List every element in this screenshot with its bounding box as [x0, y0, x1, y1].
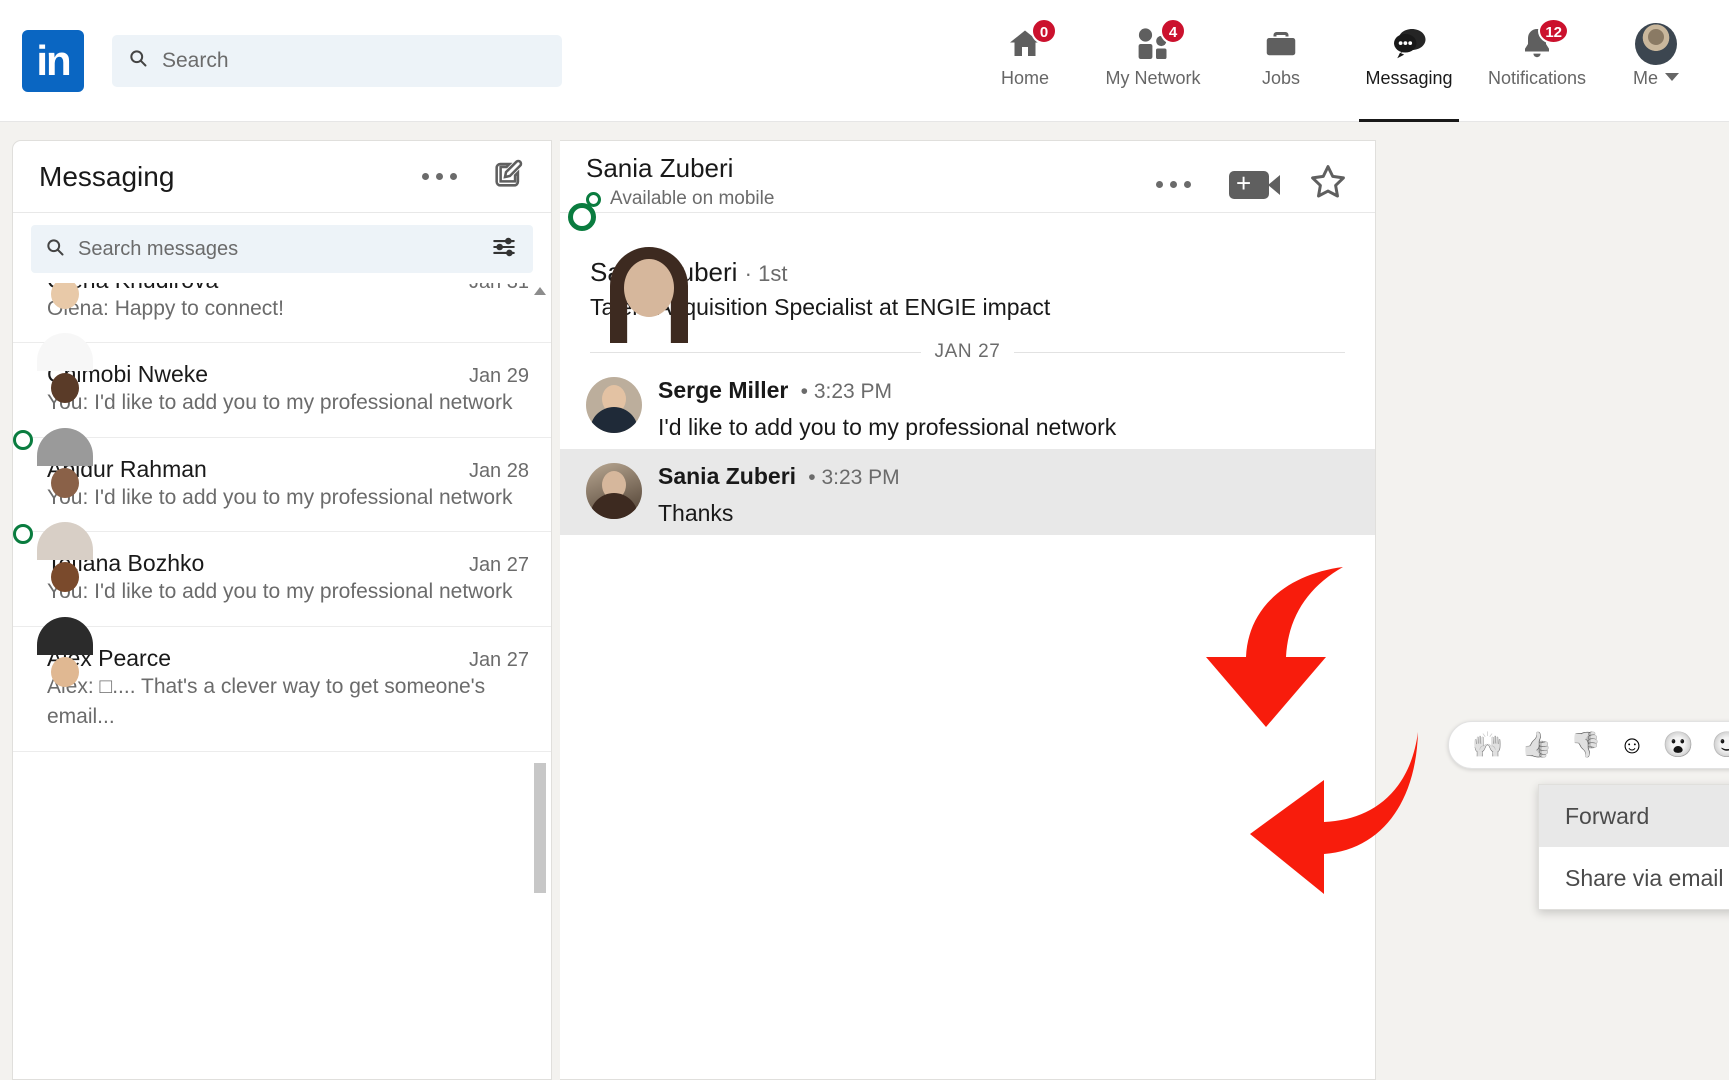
nav-label-my-network: My Network — [1105, 68, 1200, 89]
search-messages-input[interactable]: Search messages — [31, 225, 533, 273]
smile-reaction[interactable]: ☺ — [1619, 733, 1645, 758]
conversation-snippet: You: I'd like to add you to my professio… — [47, 486, 513, 509]
page-title: Messaging — [39, 161, 174, 193]
conversation-snippet: Alex: □.... That's a clever way to get s… — [47, 675, 485, 728]
message-row[interactable]: Serge Miller • 3:23 PM I'd like to add y… — [560, 363, 1375, 449]
message-search-row: Search messages — [13, 213, 551, 283]
nav-label-home: Home — [1001, 68, 1049, 89]
home-badge: 0 — [1031, 18, 1057, 44]
conversation-date: Jan 29 — [459, 365, 529, 388]
list-item[interactable]: Tetiana Bozhko Jan 27 You: I'd like to a… — [13, 532, 551, 626]
nav-item-home[interactable]: 0 Home — [961, 0, 1089, 122]
conversation-date: Jan 27 — [459, 649, 529, 672]
nav-label-messaging: Messaging — [1365, 68, 1452, 89]
message-header: Serge Miller • 3:23 PM — [658, 377, 1345, 404]
list-item[interactable]: Olena Khudirova Jan 31 Olena: Happy to c… — [13, 283, 551, 343]
message-context-menu[interactable]: Forward Share via email — [1538, 784, 1729, 910]
add-reaction[interactable]: 🙂 — [1712, 733, 1729, 758]
ellipsis-icon[interactable] — [422, 173, 457, 180]
list-item[interactable]: Abidur Rahman Jan 28 You: I'd like to ad… — [13, 438, 551, 532]
message-sender: Sania Zuberi — [658, 463, 796, 489]
app-body: Messaging Search messages — [0, 122, 1729, 1073]
conversation-snippet: You: I'd like to add you to my professio… — [47, 391, 513, 414]
messaging-panel-header: Messaging — [13, 141, 551, 213]
online-indicator — [13, 524, 33, 544]
conversation-thread: Sania Zuberi Available on mobile — [560, 140, 1376, 1080]
list-item[interactable]: Alex Pearce Jan 27 Alex: □.... That's a … — [13, 627, 551, 752]
avatar — [1635, 22, 1677, 66]
conversation-date: Jan 27 — [459, 554, 529, 577]
date-divider-label: JAN 27 — [935, 341, 1001, 363]
conversation-snippet: You: I'd like to add you to my professio… — [47, 580, 513, 603]
reaction-toolbar[interactable]: 🙌 👍 👎 ☺ 😮 🙂 — [1448, 721, 1729, 769]
thread-status-text: Available on mobile — [610, 188, 774, 210]
avatar — [586, 463, 642, 519]
search-icon — [45, 237, 65, 262]
search-input[interactable]: Search — [112, 35, 562, 87]
search-messages-placeholder: Search messages — [78, 238, 238, 261]
message-time: • 3:23 PM — [795, 380, 892, 403]
nav-items: 0 Home 4 My Network Jobs — [961, 0, 1729, 122]
message-sender: Serge Miller — [658, 377, 788, 403]
message-row[interactable]: Sania Zuberi • 3:23 PM Thanks — [560, 449, 1375, 535]
nav-item-me[interactable]: Me — [1601, 0, 1711, 122]
menu-item-forward[interactable]: Forward — [1539, 785, 1729, 847]
linkedin-logo[interactable]: in — [22, 30, 84, 92]
message-text: I'd like to add you to my professional n… — [658, 414, 1345, 441]
thread-contact-name[interactable]: Sania Zuberi — [586, 153, 774, 184]
list-item[interactable]: Chimobi Nweke Jan 29 You: I'd like to ad… — [13, 343, 551, 437]
surprised-reaction[interactable]: 😮 — [1663, 733, 1694, 758]
compose-pencil-icon[interactable] — [491, 157, 525, 196]
briefcase-icon — [1261, 22, 1301, 66]
nav-item-notifications[interactable]: 12 Notifications — [1473, 0, 1601, 122]
message-text: Thanks — [658, 500, 1345, 527]
star-outline-icon[interactable] — [1307, 161, 1349, 208]
nav-item-messaging[interactable]: Messaging — [1345, 0, 1473, 122]
home-icon: 0 — [1005, 22, 1045, 66]
conversation-snippet: Olena: Happy to connect! — [47, 297, 284, 320]
message-bubble-icon — [1388, 22, 1430, 66]
notifications-badge: 12 — [1538, 18, 1569, 44]
raised-hands-reaction[interactable]: 🙌 — [1472, 733, 1503, 758]
message-header: Sania Zuberi • 3:23 PM — [658, 463, 1345, 490]
status-badge: Available on mobile — [586, 188, 774, 210]
ellipsis-icon[interactable] — [1156, 181, 1191, 188]
profile-degree: · 1st — [745, 261, 788, 286]
message-time: • 3:23 PM — [802, 466, 899, 489]
bell-icon: 12 — [1517, 22, 1557, 66]
avatar — [586, 377, 642, 433]
nav-item-jobs[interactable]: Jobs — [1217, 0, 1345, 122]
conversation-list[interactable]: Olena Khudirova Jan 31 Olena: Happy to c… — [13, 283, 551, 973]
date-divider: JAN 27 — [590, 341, 1345, 363]
thumbs-down-reaction[interactable]: 👎 — [1570, 733, 1601, 758]
conversation-list-scrollbar[interactable] — [533, 283, 547, 973]
global-nav: in Search 0 Home 4 My Network — [0, 0, 1729, 122]
nav-label-jobs: Jobs — [1262, 68, 1300, 89]
conversation-date: Jan 31 — [459, 283, 529, 294]
people-icon: 4 — [1132, 22, 1174, 66]
video-add-icon[interactable] — [1229, 171, 1269, 199]
thread-header: Sania Zuberi Available on mobile — [560, 141, 1375, 213]
scrollbar-thumb[interactable] — [534, 763, 546, 893]
filter-sliders-icon[interactable] — [489, 234, 519, 265]
menu-item-share-via-email[interactable]: Share via email — [1539, 847, 1729, 909]
my-network-badge: 4 — [1160, 18, 1186, 44]
profile-headline: Talent Acquisition Specialist at ENGIE i… — [590, 294, 1345, 321]
profile-name[interactable]: Sania Zuberi · 1st — [590, 257, 1345, 288]
thread-profile-block: Sania Zuberi · 1st Talent Acquisition Sp… — [560, 213, 1375, 321]
nav-item-my-network[interactable]: 4 My Network — [1089, 0, 1217, 122]
search-icon — [128, 48, 148, 73]
online-indicator — [13, 430, 33, 450]
online-indicator — [568, 203, 596, 231]
nav-label-me: Me — [1633, 68, 1658, 89]
search-placeholder: Search — [162, 49, 229, 73]
nav-label-notifications: Notifications — [1488, 68, 1586, 89]
chevron-down-icon — [1665, 73, 1679, 81]
messaging-panel: Messaging Search messages — [12, 140, 552, 1080]
scroll-up-arrow-icon[interactable] — [534, 287, 546, 295]
thumbs-up-reaction[interactable]: 👍 — [1521, 733, 1552, 758]
conversation-date: Jan 28 — [459, 460, 529, 483]
